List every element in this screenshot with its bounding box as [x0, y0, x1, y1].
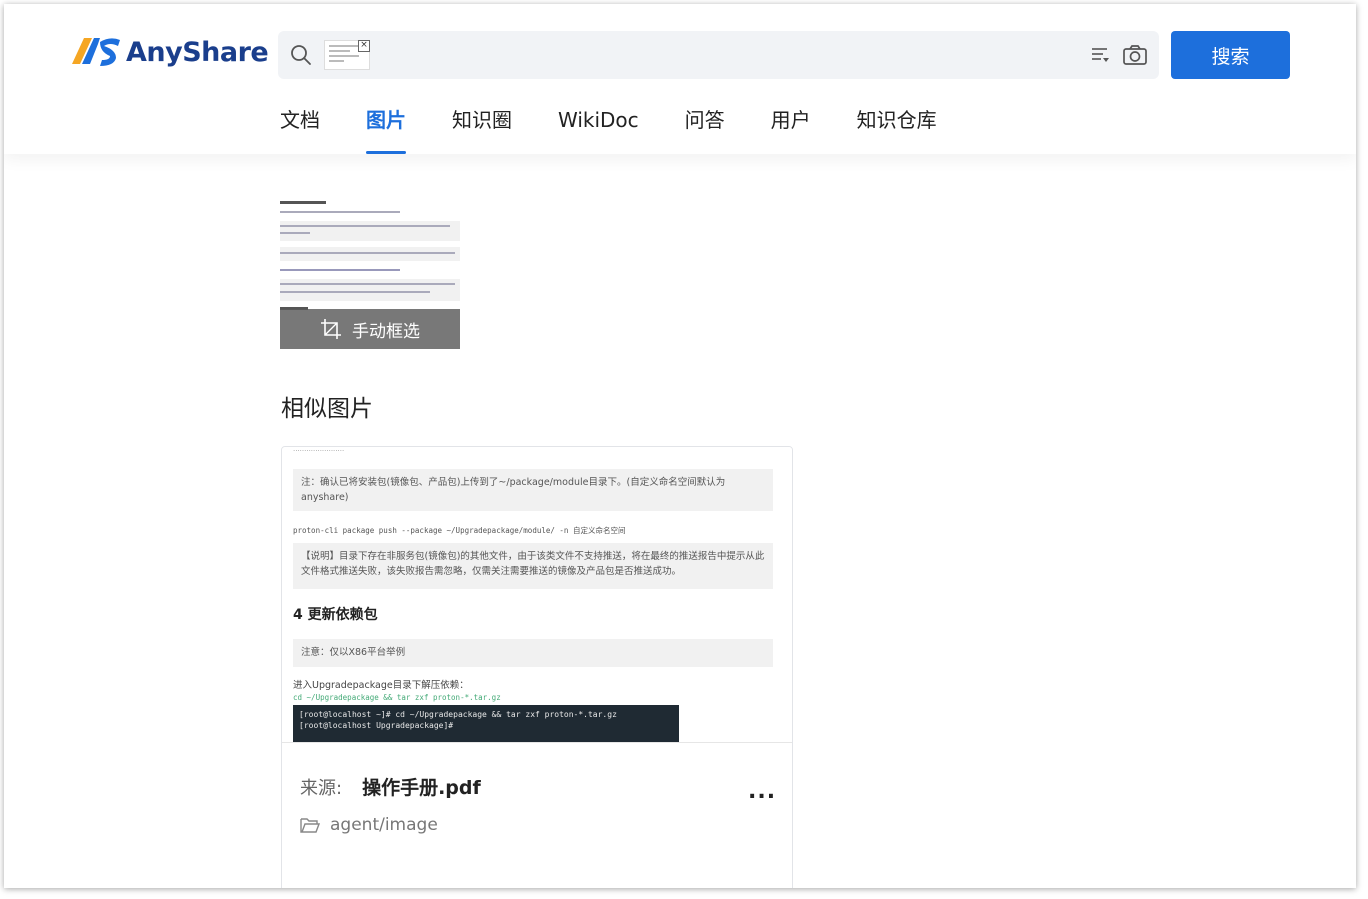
- brand-name: AnyShare: [126, 36, 269, 68]
- terminal-line-2: [root@localhost Upgradepackage]#: [299, 721, 454, 730]
- search-bar[interactable]: ×: [278, 31, 1159, 79]
- tab-users[interactable]: 用户: [771, 104, 811, 154]
- search-button[interactable]: 搜索: [1171, 31, 1290, 79]
- tab-knowledge-circle[interactable]: 知识圈: [452, 104, 512, 154]
- crop-icon: [321, 319, 341, 339]
- more-options-button[interactable]: ...: [748, 781, 776, 803]
- source-file-name[interactable]: 操作手册.pdf: [362, 773, 481, 800]
- tab-qa[interactable]: 问答: [685, 104, 725, 154]
- app-window: AnyShare × 搜索 文档 图片 知识圈 WikiDoc 问答 用户 知识…: [4, 4, 1356, 888]
- preview-heading: 4 更新依赖包: [293, 607, 378, 623]
- manual-select-button[interactable]: 手动框选: [280, 309, 460, 349]
- preview-code-1: proton-cli package push --package ~/Upgr…: [293, 526, 626, 535]
- similar-images-title: 相似图片: [281, 396, 373, 422]
- tab-knowledge-repo[interactable]: 知识仓库: [857, 104, 937, 154]
- source-label: 来源:: [300, 778, 343, 799]
- terminal-line-1: [root@localhost ~]# cd ~/Upgradepackage …: [299, 710, 617, 719]
- file-path: agent/image: [330, 815, 438, 835]
- logo[interactable]: AnyShare: [70, 34, 269, 70]
- tab-images[interactable]: 图片: [366, 104, 406, 154]
- anyshare-logo-icon: [72, 38, 120, 66]
- query-thumbnail-chip[interactable]: ×: [324, 40, 370, 70]
- camera-icon[interactable]: [1122, 43, 1148, 67]
- folder-icon: [300, 818, 320, 833]
- search-icon: [291, 45, 311, 65]
- preview-note-1: 注：确认已将安装包(镜像包、产品包)上传到了~/package/module目录…: [293, 469, 773, 511]
- manual-select-label: 手动框选: [352, 321, 420, 342]
- filter-list-icon[interactable]: [1090, 45, 1110, 65]
- source-row: 来源: 操作手册.pdf: [300, 773, 481, 800]
- tab-wikidoc[interactable]: WikiDoc: [558, 104, 639, 154]
- tab-documents[interactable]: 文档: [280, 104, 320, 154]
- header: AnyShare × 搜索 文档 图片 知识圈 WikiDoc 问答 用户 知识…: [4, 4, 1356, 154]
- remove-thumbnail-icon[interactable]: ×: [358, 40, 370, 52]
- preview-terminal: [root@localhost ~]# cd ~/Upgradepackage …: [293, 705, 679, 742]
- preview-top-line: .......................: [293, 447, 345, 453]
- preview-text-1: 进入Upgradepackage目录下解压依赖：: [293, 680, 469, 691]
- preview-code-2: cd ~/Upgradepackage && tar zxf proton-*.…: [293, 693, 501, 702]
- file-path-row[interactable]: agent/image: [300, 815, 438, 835]
- preview-note-3: 注意：仅以X86平台举例: [293, 639, 773, 667]
- query-image[interactable]: 手动框选: [280, 199, 460, 349]
- result-image-preview[interactable]: ....................... 注：确认已将安装包(镜像包、产品…: [282, 447, 792, 743]
- category-tabs: 文档 图片 知识圈 WikiDoc 问答 用户 知识仓库: [280, 104, 983, 154]
- preview-note-2: 【说明】目录下存在非服务包(镜像包)的其他文件，由于该类文件不支持推送，将在最终…: [293, 543, 773, 589]
- result-card[interactable]: ....................... 注：确认已将安装包(镜像包、产品…: [281, 446, 793, 888]
